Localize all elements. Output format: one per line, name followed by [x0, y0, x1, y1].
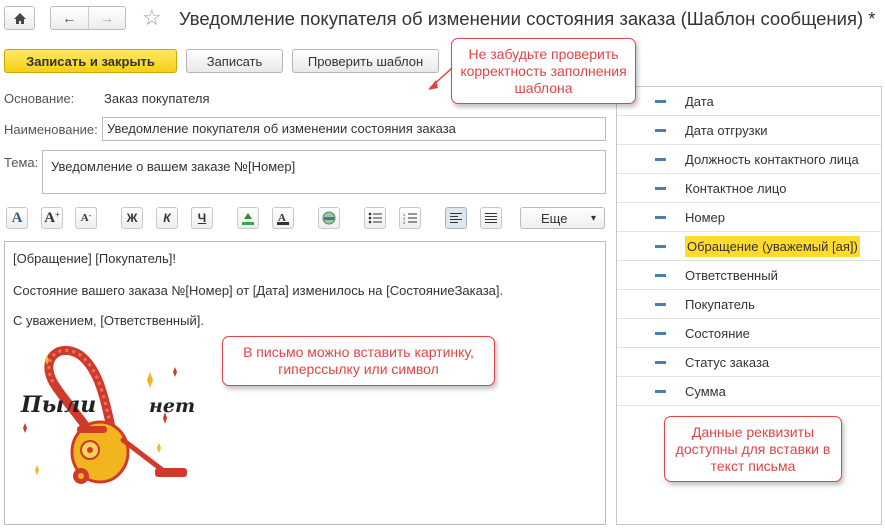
more-menu-button[interactable]: Еще ▾	[520, 207, 605, 229]
callout-available-fields: Данные реквизиты доступны для вставки в …	[664, 416, 842, 482]
more-menu-label: Еще	[541, 210, 568, 226]
italic-label: К	[163, 211, 171, 225]
save-and-close-button[interactable]: Записать и закрыть	[4, 49, 177, 73]
favorite-star-icon[interactable]: ☆	[142, 5, 162, 31]
field-list-item[interactable]: Сумма	[617, 377, 881, 406]
text-color-icon[interactable]: A	[272, 207, 294, 229]
bulleted-list-icon[interactable]	[364, 207, 386, 229]
bold-label: Ж	[126, 211, 138, 225]
name-field[interactable]: Уведомление покупателя об изменении сост…	[102, 117, 606, 141]
field-list-item[interactable]: Номер	[617, 203, 881, 232]
field-marker-icon	[655, 361, 666, 364]
field-list-label: Сумма	[685, 384, 726, 399]
editor-line-status: Состояние вашего заказа №[Номер] от [Дат…	[13, 283, 504, 298]
editor-line-greeting: [Обращение] [Покупатель]!	[13, 251, 176, 266]
bold-button[interactable]: Ж	[121, 207, 143, 229]
align-justify-icon[interactable]	[480, 207, 502, 229]
check-template-button[interactable]: Проверить шаблон	[292, 49, 439, 73]
field-marker-icon	[655, 216, 666, 219]
field-list-label: Покупатель	[685, 297, 755, 312]
field-list-item[interactable]: Покупатель	[617, 290, 881, 319]
title-bar: ← → ☆ Уведомление покупателя об изменени…	[0, 0, 885, 38]
field-list-item[interactable]: Дата	[617, 87, 881, 116]
back-button[interactable]: ←	[51, 7, 88, 29]
basis-value: Заказ покупателя	[104, 91, 210, 106]
field-list-label: Контактное лицо	[685, 181, 787, 196]
field-marker-icon	[655, 158, 666, 161]
insert-image-icon[interactable]	[318, 207, 340, 229]
field-list-item[interactable]: Обращение (уважемый [ая])	[617, 232, 881, 261]
field-list-label: Обращение (уважемый [ая])	[685, 236, 860, 257]
svg-text:3: 3	[403, 220, 406, 224]
field-list-item[interactable]: Ответственный	[617, 261, 881, 290]
field-list-label: Статус заказа	[685, 355, 770, 370]
chevron-down-icon: ▾	[590, 212, 596, 224]
underline-button[interactable]: Ч	[191, 207, 213, 229]
field-marker-icon	[655, 187, 666, 190]
underline-label: Ч	[197, 211, 207, 225]
field-list-label: Должность контактного лица	[685, 152, 859, 167]
field-marker-icon	[655, 332, 666, 335]
field-marker-icon	[655, 390, 666, 393]
field-list-item[interactable]: Должность контактного лица	[617, 145, 881, 174]
forward-button[interactable]: →	[87, 7, 126, 29]
background-color-icon[interactable]	[237, 207, 259, 229]
editor-line-signature: С уважением, [Ответственный].	[13, 313, 204, 328]
field-marker-icon	[655, 245, 666, 248]
field-list-item[interactable]: Статус заказа	[617, 348, 881, 377]
italic-button[interactable]: К	[156, 207, 178, 229]
numbered-list-icon[interactable]: 123	[399, 207, 421, 229]
field-list-label: Состояние	[685, 326, 750, 341]
field-marker-icon	[655, 129, 666, 132]
callout-arrow-icon	[428, 67, 453, 90]
window-title: Уведомление покупателя об изменении сост…	[179, 8, 876, 29]
align-left-icon[interactable]	[445, 207, 467, 229]
font-increase-icon[interactable]: A +	[41, 207, 63, 229]
basis-label: Основание:	[4, 91, 75, 106]
name-label: Наименование:	[4, 122, 98, 137]
image-caption-right: нет	[149, 395, 196, 417]
vacuum-cleaner-image[interactable]: Пыли нет	[15, 330, 195, 490]
field-marker-icon	[655, 100, 666, 103]
field-list-label: Дата	[685, 94, 714, 109]
field-list-item[interactable]: Состояние	[617, 319, 881, 348]
field-marker-icon	[655, 303, 666, 306]
field-list-item[interactable]: Контактное лицо	[617, 174, 881, 203]
home-icon	[13, 12, 26, 24]
field-list-label: Номер	[685, 210, 726, 225]
subject-label: Тема:	[4, 155, 39, 170]
save-button[interactable]: Записать	[186, 49, 283, 73]
callout-insert-content: В письмо можно вставить картинку, гиперс…	[222, 336, 495, 386]
field-list-item[interactable]: Дата отгрузки	[617, 116, 881, 145]
field-list-label: Дата отгрузки	[685, 123, 768, 138]
field-marker-icon	[655, 274, 666, 277]
font-decrease-icon[interactable]: A-	[75, 207, 97, 229]
font-icon[interactable]: A	[6, 207, 28, 229]
subject-field[interactable]: Уведомление о вашем заказе №[Номер]	[42, 150, 606, 194]
callout-check-template: Не забудьте проверить корректность запол…	[451, 38, 636, 104]
field-list-label: Ответственный	[685, 268, 778, 283]
home-button[interactable]	[4, 6, 35, 30]
history-nav: ← →	[50, 6, 126, 30]
image-caption-left: Пыли	[21, 392, 97, 418]
